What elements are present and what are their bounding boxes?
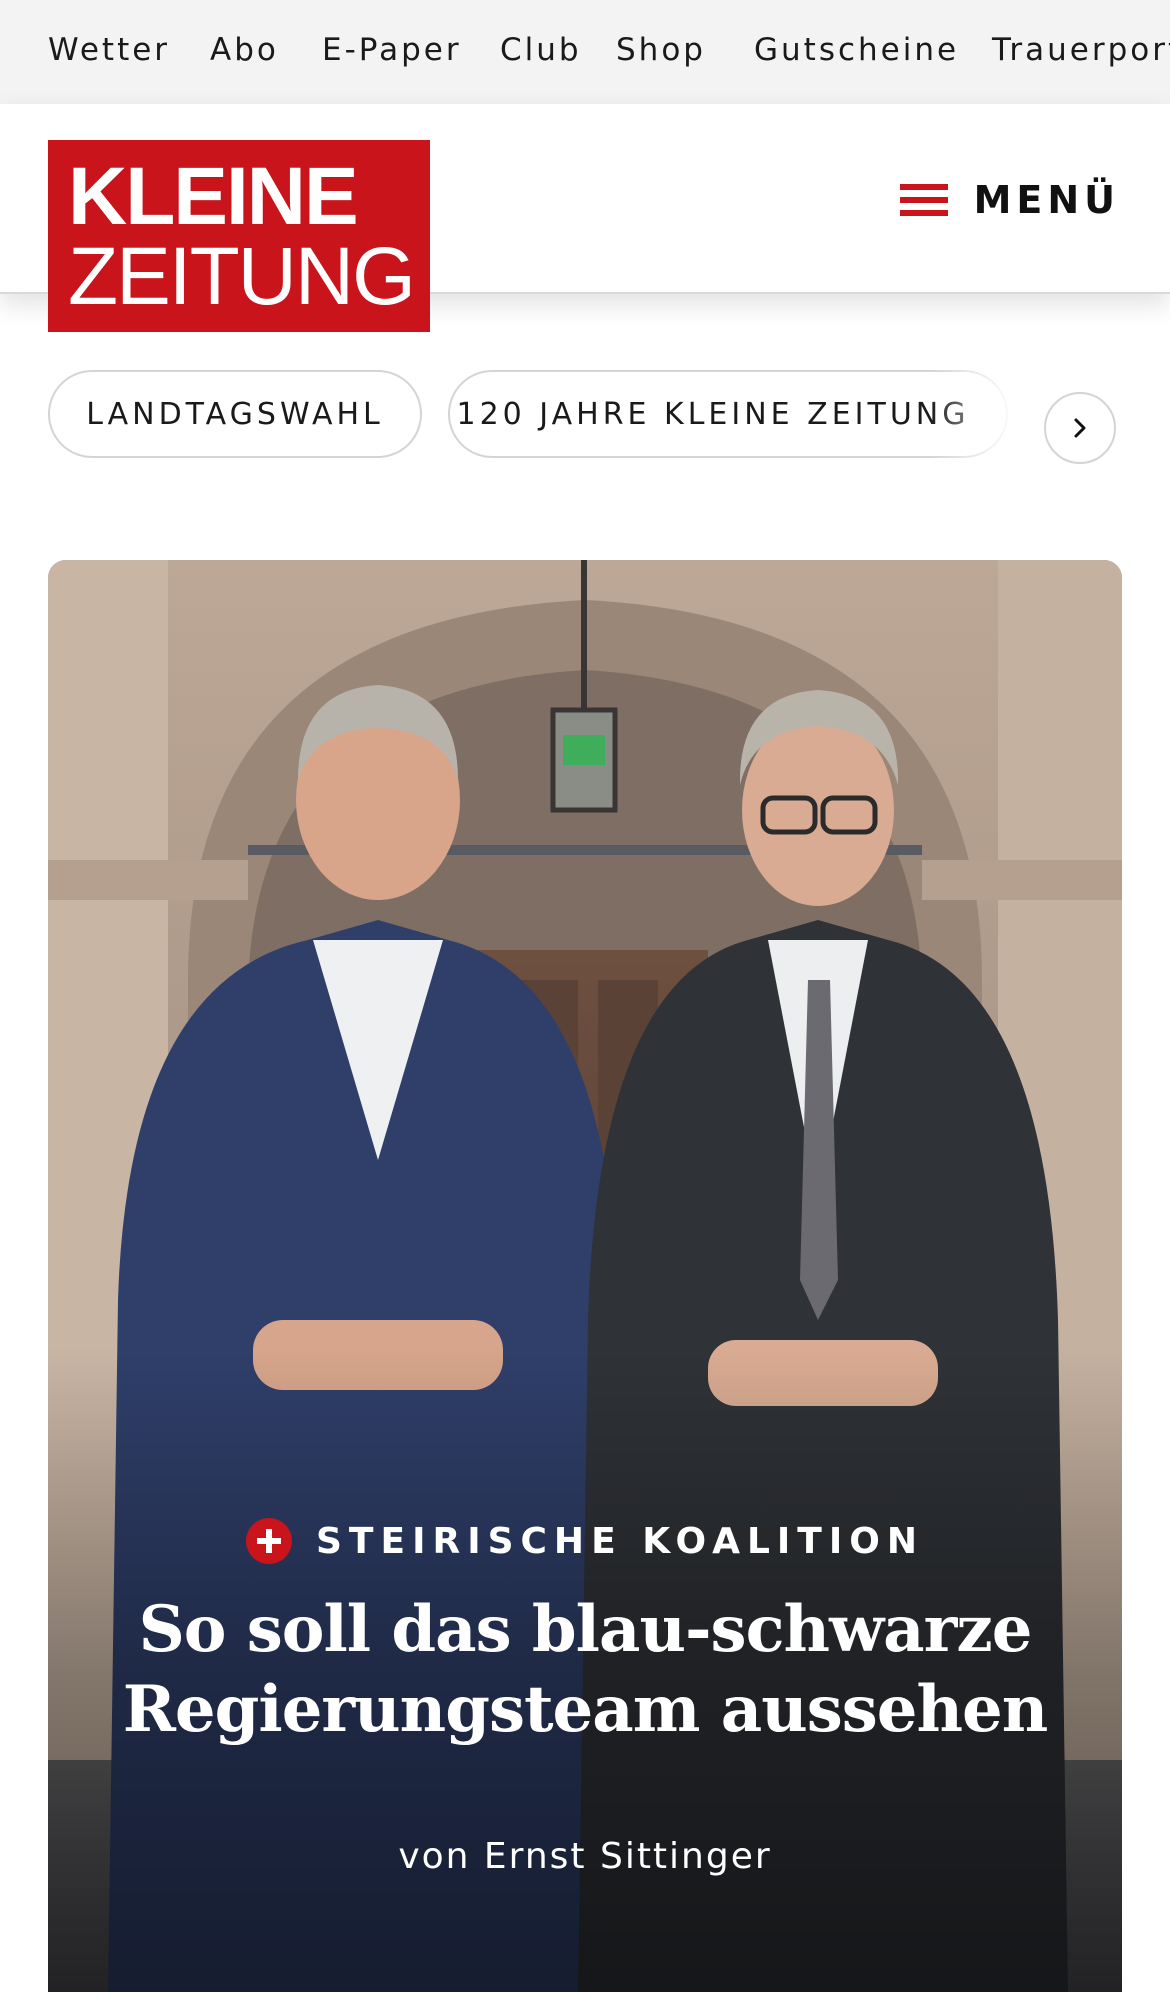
topnav-link-club[interactable]: Club [500, 30, 582, 70]
topic-chips-bar: LANDTAGSWAHL 120 JAHRE KLEINE ZEITUNG [0, 366, 1170, 466]
chips-next-button[interactable] [1044, 392, 1116, 464]
hero-headline[interactable]: So soll das blau-schwarze Regierungsteam… [88, 1590, 1082, 1750]
topic-chip-landtagswahl[interactable]: LANDTAGSWAHL [48, 370, 422, 458]
menu-label: MENÜ [973, 178, 1120, 222]
hero-kicker: STEIRISCHE KOALITION [48, 1518, 1122, 1564]
topnav-link-wetter[interactable]: Wetter [48, 30, 170, 70]
hero-kicker-text: STEIRISCHE KOALITION [316, 1520, 924, 1562]
chevron-right-icon [1074, 418, 1086, 438]
logo-line-2: ZEITUNG [68, 231, 416, 322]
top-utility-nav: Wetter Abo E-Paper Club Shop Gutscheine … [0, 0, 1170, 104]
logo-line-1: KLEINE [68, 151, 359, 242]
topic-chip-120-jahre[interactable]: 120 JAHRE KLEINE ZEITUNG [448, 370, 1008, 458]
plus-icon [246, 1518, 292, 1564]
topnav-link-epaper[interactable]: E-Paper [322, 30, 462, 70]
chips-fade-overlay [930, 366, 1050, 466]
menu-button[interactable]: MENÜ [900, 170, 1120, 230]
hero-article-card[interactable]: STEIRISCHE KOALITION So soll das blau-sc… [48, 560, 1122, 1992]
hamburger-icon [900, 182, 948, 218]
topnav-link-abo[interactable]: Abo [210, 30, 279, 70]
hero-byline: von Ernst Sittinger [398, 1836, 772, 1877]
topnav-link-gutscheine[interactable]: Gutscheine [754, 30, 959, 70]
site-header: KLEINE ZEITUNG MENÜ [0, 104, 1170, 332]
kleine-zeitung-logo[interactable]: KLEINE ZEITUNG [48, 140, 430, 332]
topnav-link-trauerportal[interactable]: Trauerportal [992, 30, 1170, 70]
hero-gradient-overlay [48, 560, 1122, 1992]
topnav-link-shop[interactable]: Shop [616, 30, 706, 70]
